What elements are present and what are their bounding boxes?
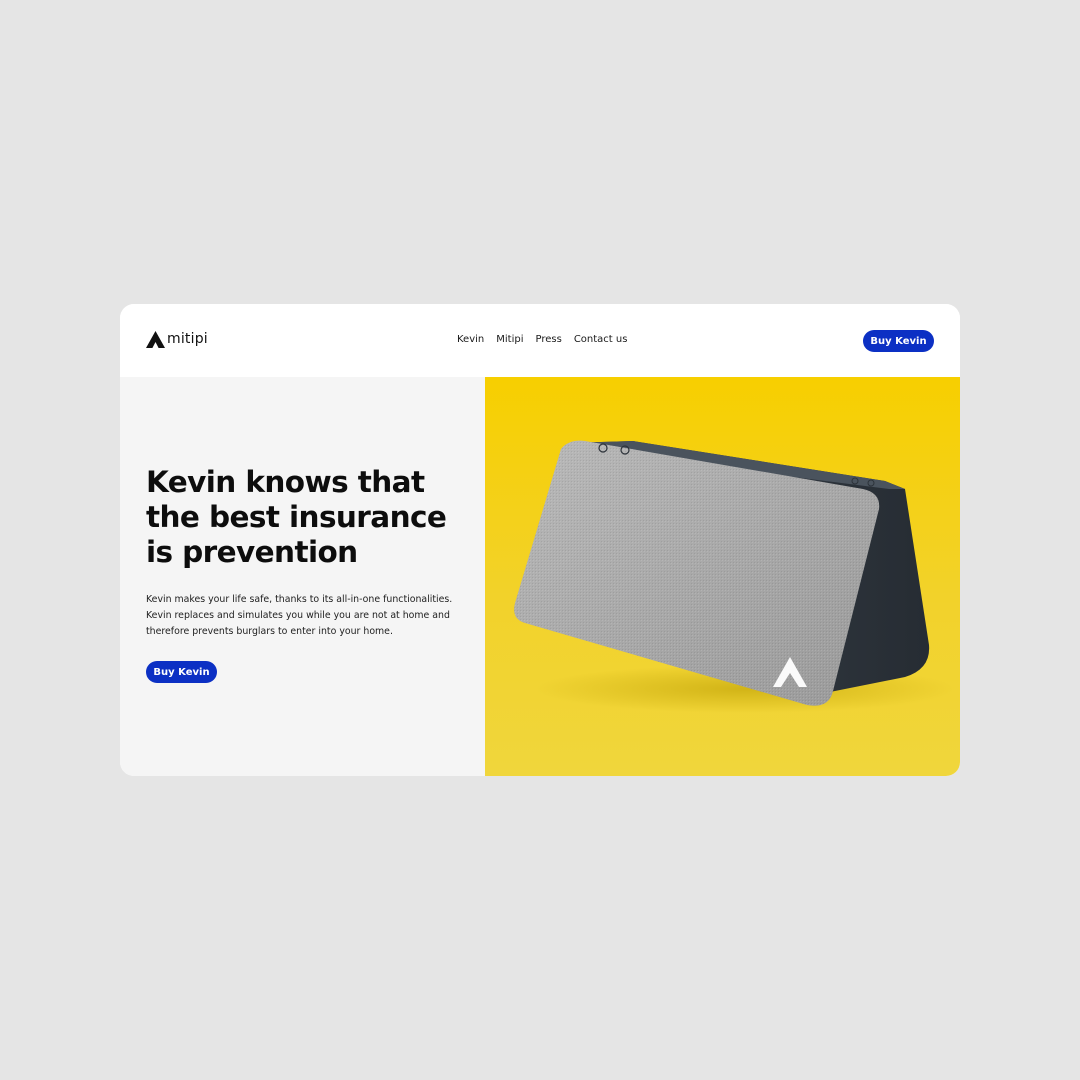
- hero-description: Kevin makes your life safe, thanks to it…: [146, 592, 466, 640]
- nav-link-mitipi[interactable]: Mitipi: [496, 332, 523, 348]
- hero-headline-line: Kevin knows that: [146, 465, 425, 499]
- hero-description-line: Kevin replaces and simulates you while y…: [146, 610, 450, 621]
- nav-link-contact-us[interactable]: Contact us: [574, 332, 628, 348]
- main-nav: Kevin Mitipi Press Contact us: [457, 332, 627, 348]
- hero-headline: Kevin knows that the best insurance is p…: [146, 465, 466, 570]
- nav-link-kevin[interactable]: Kevin: [457, 332, 484, 348]
- nav-link-press[interactable]: Press: [535, 332, 561, 348]
- mitipi-a-logo-icon: [146, 330, 165, 348]
- landing-page-card: mitipi Kevin Mitipi Press Contact us Buy…: [120, 304, 960, 776]
- hero-text-panel: Kevin knows that the best insurance is p…: [120, 377, 485, 776]
- hero-headline-line: is prevention: [146, 535, 358, 569]
- navbar: mitipi Kevin Mitipi Press Contact us Buy…: [120, 304, 960, 377]
- hero-headline-line: the best insurance: [146, 500, 447, 534]
- hero-buy-kevin-button[interactable]: Buy Kevin: [146, 661, 217, 683]
- brand-name: mitipi: [167, 331, 208, 347]
- hero-description-line: Kevin makes your life safe, thanks to it…: [146, 594, 453, 605]
- brand-logo[interactable]: mitipi: [146, 330, 208, 348]
- header-buy-kevin-button[interactable]: Buy Kevin: [863, 330, 934, 352]
- hero-description-line: therefore prevents burglars to enter int…: [146, 626, 393, 637]
- kevin-device-product-photo: [485, 377, 960, 776]
- product-photo-illustration: [485, 377, 960, 776]
